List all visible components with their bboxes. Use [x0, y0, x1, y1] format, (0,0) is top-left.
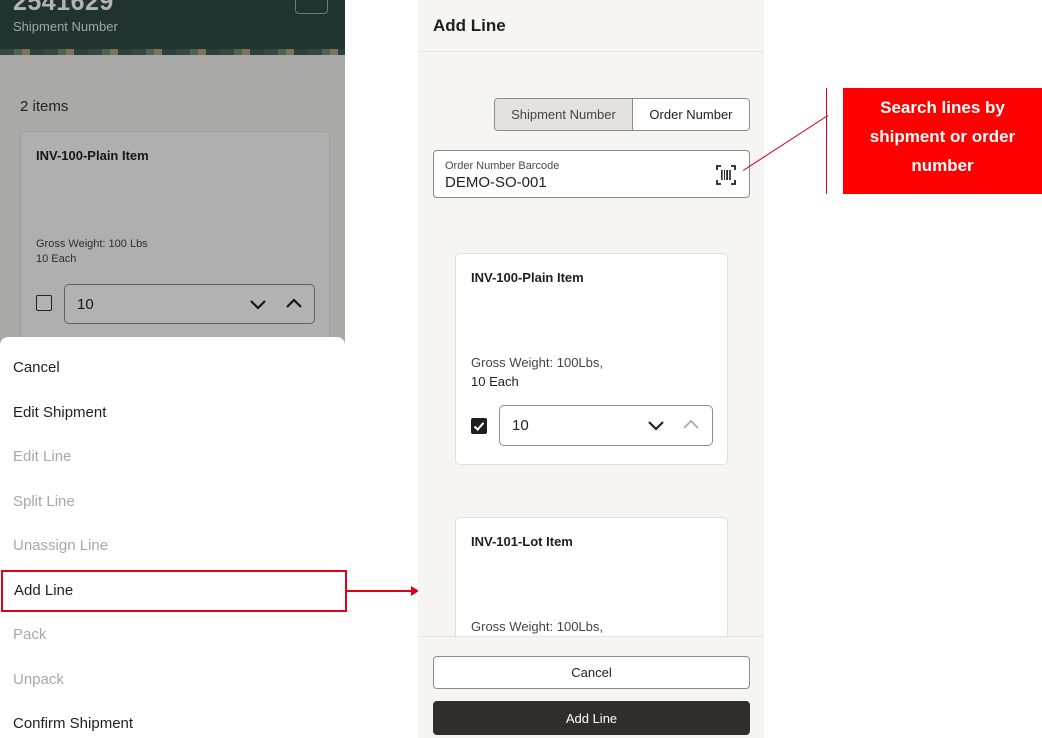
action-pack: Pack	[13, 626, 47, 643]
barcode-scan-icon[interactable]	[715, 164, 737, 186]
action-add-line[interactable]: Add Line	[14, 582, 73, 599]
cancel-button[interactable]: Cancel	[433, 656, 750, 689]
search-mode-toggle[interactable]: Shipment Number Order Number	[494, 98, 750, 131]
line-item-name: INV-100-Plain Item	[471, 270, 584, 285]
action-unpack: Unpack	[13, 671, 64, 688]
navigation-arrow	[347, 590, 413, 592]
action-sheet: Cancel Edit Shipment Edit Line Split Lin…	[0, 337, 345, 738]
line-quantity-stepper[interactable]: 10	[499, 405, 713, 446]
tab-shipment-number[interactable]: Shipment Number	[495, 99, 633, 130]
action-unassign-line: Unassign Line	[13, 537, 109, 554]
line-item-name: INV-101-Lot Item	[471, 534, 573, 549]
shipment-screen: 2541629 Shipment Number 2 items INV-100-…	[0, 0, 345, 738]
chevron-up-icon	[683, 419, 699, 429]
add-line-button[interactable]: Add Line	[433, 701, 750, 735]
action-edit-line: Edit Line	[13, 448, 72, 465]
action-cancel[interactable]: Cancel	[13, 359, 60, 376]
action-edit-shipment[interactable]: Edit Shipment	[13, 404, 106, 421]
line-quantity-uom: 10 Each	[471, 374, 519, 389]
page-title: Add Line	[433, 16, 506, 35]
line-gross-weight: Gross Weight: 100Lbs,	[471, 355, 603, 370]
callout-bracket	[826, 88, 827, 194]
add-line-footer: Cancel Add Line	[418, 636, 764, 738]
add-line-header: Add Line	[418, 0, 764, 52]
barcode-field-label: Order Number Barcode	[445, 160, 560, 172]
chevron-down-icon[interactable]	[645, 414, 667, 436]
order-barcode-field[interactable]: Order Number Barcode DEMO-SO-001	[433, 150, 750, 198]
line-card[interactable]: INV-100-Plain Item Gross Weight: 100Lbs,…	[455, 253, 728, 465]
line-gross-weight: Gross Weight: 100Lbs,	[471, 619, 603, 634]
action-confirm-shipment[interactable]: Confirm Shipment	[13, 715, 133, 732]
tab-order-number[interactable]: Order Number	[632, 99, 749, 130]
barcode-field-value[interactable]: DEMO-SO-001	[445, 174, 547, 191]
add-line-screen: Add Line Shipment Number Order Number Or…	[418, 0, 764, 738]
action-add-line-highlight[interactable]: Add Line	[1, 570, 347, 612]
action-split-line: Split Line	[13, 493, 75, 510]
line-checkbox-checked[interactable]	[471, 418, 487, 434]
checkmark-icon	[473, 422, 485, 431]
callout-annotation: Search lines by shipment or order number	[843, 88, 1042, 194]
line-quantity-value: 10	[512, 417, 529, 434]
